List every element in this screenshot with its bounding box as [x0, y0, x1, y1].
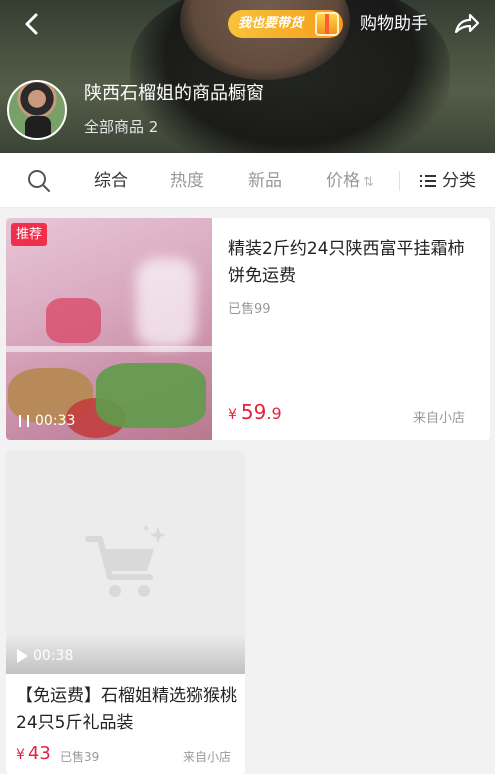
price-integer: 43: [27, 743, 51, 764]
store-name: 陕西石榴姐的商品橱窗: [84, 83, 264, 104]
video-duration-text: 00:38: [33, 648, 74, 664]
tab-comprehensive[interactable]: 综合: [94, 170, 128, 192]
product-source: 来自小店: [413, 411, 466, 426]
category-button[interactable]: 分类: [420, 170, 476, 192]
price-decimal: .9: [266, 404, 282, 423]
video-duration: 00:38: [17, 647, 73, 665]
product-video-thumbnail[interactable]: 推荐 00:33: [6, 218, 212, 440]
list-icon: [420, 174, 436, 188]
sort-arrows-icon: ⇅: [363, 175, 374, 190]
search-button[interactable]: [27, 169, 51, 193]
price-currency: ¥: [228, 407, 237, 423]
back-button[interactable]: [18, 10, 46, 38]
store-product-count: 全部商品 2: [84, 118, 159, 136]
store-header: 我也要带货 购物助手 陕西石榴姐的商品橱窗 全部商品 2: [0, 0, 495, 153]
category-label: 分类: [442, 171, 476, 191]
store-avatar[interactable]: [7, 80, 67, 140]
filter-bar: 综合 热度 新品 价格 ⇅ 分类: [0, 153, 495, 208]
price-currency: ¥: [16, 747, 25, 763]
product-sold-count: 已售39: [60, 750, 100, 764]
promo-badge-label: 我也要带货: [238, 16, 304, 31]
tab-price-label: 价格: [326, 171, 360, 191]
product-price: ¥59.9: [228, 400, 282, 427]
product-source: 来自小店: [183, 750, 232, 764]
thumbnail-item: [96, 363, 206, 428]
tab-price[interactable]: 价格 ⇅: [326, 170, 374, 194]
fridge-shelf: [6, 346, 212, 352]
promo-badge-button[interactable]: 我也要带货: [228, 10, 344, 38]
product-video-thumbnail[interactable]: 00:38: [6, 451, 245, 674]
product-price: ¥43: [16, 743, 51, 766]
product-card[interactable]: 推荐 00:33 精装2斤约24只陕西富平挂霜柿饼免运费 已售99 ¥59.9 …: [6, 218, 490, 440]
back-arrow-icon: [25, 13, 38, 35]
product-sold-count: 已售99: [228, 302, 271, 317]
price-integer: 59: [240, 400, 267, 424]
store-showcase-page: 我也要带货 购物助手 陕西石榴姐的商品橱窗 全部商品 2 综合 热度 新品 价格…: [0, 0, 495, 774]
share-button[interactable]: [452, 10, 480, 38]
video-duration-text: 00:33: [35, 413, 76, 429]
product-card[interactable]: 00:38 【免运费】石榴姐精选猕猴桃24只5斤礼品装 ¥43 已售39 来自小…: [6, 451, 245, 774]
cart-icon: [85, 525, 166, 597]
pause-icon: [19, 415, 29, 427]
product-title: 精装2斤约24只陕西富平挂霜柿饼免运费: [228, 239, 465, 286]
tab-new[interactable]: 新品: [248, 170, 282, 192]
shopping-helper-link[interactable]: 购物助手: [360, 12, 428, 36]
gift-icon: [315, 12, 340, 36]
filter-divider: [399, 171, 400, 191]
product-title: 【免运费】石榴姐精选猕猴桃24只5斤礼品装: [16, 686, 237, 733]
fridge-light: [136, 258, 196, 348]
search-icon: [28, 170, 50, 192]
recommend-tag: 推荐: [11, 223, 48, 246]
share-icon: [454, 13, 480, 34]
video-duration: 00:33: [19, 412, 75, 430]
tab-popularity[interactable]: 热度: [170, 170, 204, 192]
play-icon: [17, 649, 28, 663]
thumbnail-item: [46, 298, 101, 343]
